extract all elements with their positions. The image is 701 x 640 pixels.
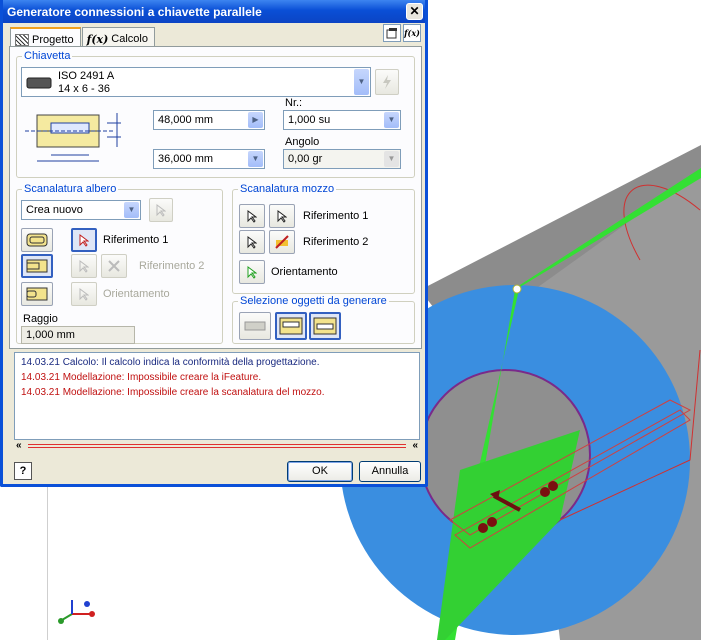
field-value: 1,000 su	[288, 114, 331, 126]
message-log[interactable]: 14.03.21 Calcolo: Il calcolo indica la c…	[14, 352, 420, 440]
field-value: 1,000 mm	[26, 329, 75, 341]
message-line: 14.03.21 Modellazione: Impossibile crear…	[21, 372, 262, 383]
fx-settings-icon[interactable]: f(x)	[403, 24, 421, 42]
hub-flip-icon[interactable]	[269, 230, 295, 254]
collapse-icon[interactable]: «	[16, 440, 22, 451]
tab-calcolo[interactable]: f(x) Calcolo	[81, 27, 155, 47]
shaft-orient-label: Orientamento	[103, 288, 170, 300]
hub-ref2-label: Riferimento 2	[303, 236, 369, 248]
hub-orient-button[interactable]	[239, 260, 265, 284]
groove-type-2-button[interactable]	[21, 254, 53, 278]
group-generate-selection: Selezione oggetti da generare	[232, 295, 415, 344]
angle-label: Angolo	[285, 136, 320, 148]
message-line: 14.03.21 Modellazione: Impossibile crear…	[21, 387, 325, 398]
shaft-orient-button[interactable]	[71, 282, 97, 306]
hub-orient-label: Orientamento	[271, 266, 338, 278]
reference-marker[interactable]	[478, 523, 488, 533]
tab-label: Calcolo	[111, 33, 148, 45]
angle-select[interactable]: 0,00 gr ▼	[283, 149, 401, 169]
shaft-ref2-label: Riferimento 2	[139, 260, 205, 272]
group-shaft-groove: Scanalatura albero Crea nuovo ▼ Riferime…	[16, 183, 223, 344]
chevron-down-icon[interactable]: ▼	[384, 112, 399, 128]
shaft-ref1-label: Riferimento 1	[103, 234, 169, 246]
reference-marker[interactable]	[548, 481, 558, 491]
group-title: Scanalatura albero	[22, 183, 119, 195]
group-title: Chiavetta	[22, 50, 73, 62]
chevron-down-icon[interactable]: ▼	[354, 69, 369, 95]
hatch-icon	[15, 34, 29, 46]
generate-key-button[interactable]	[239, 312, 271, 340]
flip-icon[interactable]	[101, 254, 127, 278]
hub-select-button[interactable]	[239, 204, 265, 228]
key-dimension-drawing	[25, 113, 121, 162]
hub-ref1-label: Riferimento 1	[303, 210, 369, 222]
chevron-down-icon[interactable]: ▼	[384, 151, 399, 167]
group-title: Selezione oggetti da generare	[238, 295, 389, 307]
groove-type-3-button[interactable]	[21, 282, 53, 306]
field-value: 48,000 mm	[158, 114, 214, 126]
field-value: Crea nuovo	[26, 204, 83, 216]
group-title: Scanalatura mozzo	[238, 183, 337, 195]
radius-label: Raggio	[23, 313, 58, 325]
hub-ref2-button[interactable]	[239, 230, 265, 254]
key-size: 14 x 6 - 36	[58, 83, 110, 95]
vertex-point[interactable]	[512, 284, 522, 294]
key-connection-dialog: Generatore connessioni a chiavette paral…	[0, 0, 428, 487]
chevron-right-icon[interactable]: ▶	[248, 112, 263, 128]
chevron-down-icon[interactable]: ▼	[124, 202, 139, 218]
splitter-line	[28, 444, 406, 448]
length2-field[interactable]: 36,000 mm ▼	[153, 149, 265, 169]
fx-icon: f(x)	[86, 32, 109, 46]
chevron-down-icon[interactable]: ▼	[248, 151, 263, 167]
shaft-mode-select[interactable]: Crea nuovo ▼	[21, 200, 141, 220]
tab-label: Progetto	[32, 34, 74, 46]
key-standard: ISO 2491 A	[58, 70, 115, 82]
field-value: 0,00 gr	[288, 153, 323, 165]
tab-strip: Progetto f(x) Calcolo	[10, 27, 156, 48]
cancel-button[interactable]: Annulla	[359, 461, 421, 482]
log-splitter[interactable]: « «	[14, 440, 420, 452]
title-bar[interactable]: Generatore connessioni a chiavette paral…	[3, 0, 425, 23]
ok-button[interactable]: OK	[287, 461, 353, 482]
radius-field[interactable]: 1,000 mm	[21, 326, 135, 344]
group-hub-groove: Scanalatura mozzo Riferimento 1 Riferime…	[232, 183, 415, 294]
message-line: 14.03.21 Calcolo: Il calcolo indica la c…	[21, 357, 320, 368]
key-type-select[interactable]: ISO 2491 A 14 x 6 - 36 ▼	[21, 67, 371, 97]
help-button[interactable]: ?	[14, 462, 32, 480]
generate-hub-groove-button[interactable]	[309, 312, 341, 340]
export-icon[interactable]	[383, 24, 401, 42]
reference-marker[interactable]	[487, 517, 497, 527]
hub-ref1-button[interactable]	[269, 204, 295, 228]
shaft-ref1-button[interactable]	[71, 228, 97, 252]
close-button[interactable]: ✕	[406, 3, 423, 20]
tab-progetto[interactable]: Progetto	[10, 27, 81, 48]
generate-shaft-groove-button[interactable]	[275, 312, 307, 340]
group-chiavetta: Chiavetta ISO 2491 A 14 x 6 - 36 ▼ 48,00…	[16, 50, 415, 178]
shaft-ref2-button[interactable]	[71, 254, 97, 278]
key-icon	[26, 77, 52, 89]
groove-type-1-button[interactable]	[21, 228, 53, 252]
top-strip	[420, 0, 701, 14]
toolbar-icons: f(x)	[383, 24, 421, 42]
count-label: Nr.:	[285, 97, 303, 109]
reference-marker[interactable]	[540, 487, 550, 497]
dialog-title: Generatore connessioni a chiavette paral…	[7, 5, 262, 19]
count-select[interactable]: 1,000 su ▼	[283, 110, 401, 130]
length1-field[interactable]: 48,000 mm ▶	[153, 110, 265, 130]
project-panel: Chiavetta ISO 2491 A 14 x 6 - 36 ▼ 48,00…	[9, 46, 422, 349]
key-select-button[interactable]	[375, 69, 399, 95]
collapse-icon[interactable]: «	[412, 440, 418, 451]
shaft-select-button[interactable]	[149, 198, 173, 222]
field-value: 36,000 mm	[158, 153, 214, 165]
